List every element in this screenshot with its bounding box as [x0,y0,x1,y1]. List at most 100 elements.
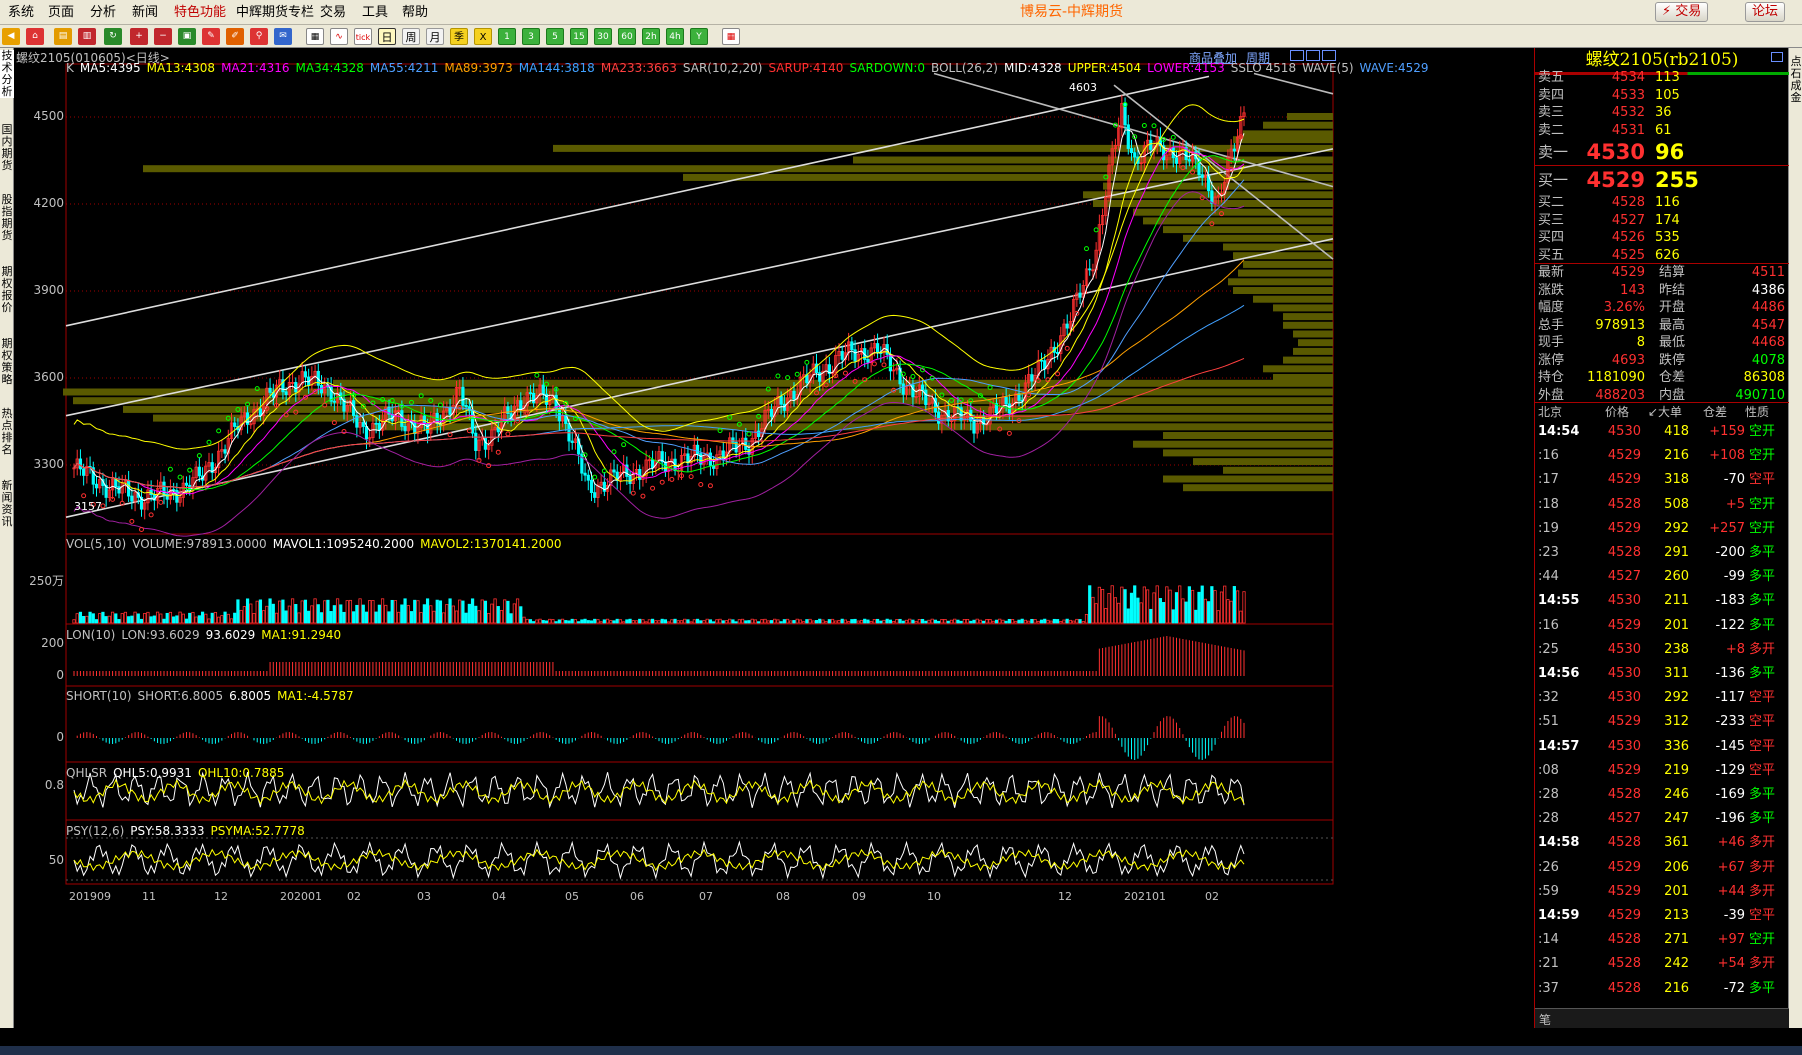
tick-row[interactable]: :18 4528 508 +5 空开 [1535,494,1789,516]
tick-row[interactable]: 14:54 4530 418 +159 空开 [1535,421,1789,443]
volume-bar [210,612,214,624]
tick-row[interactable]: :14 4528 271 +97 空开 [1535,929,1789,951]
menu-item[interactable]: 页面 [44,0,78,25]
tick-row[interactable]: :26 4529 206 +67 多开 [1535,857,1789,879]
bid-row[interactable]: 买三 4527 174 [1535,211,1789,230]
candle-body [567,423,571,442]
tick-icon[interactable]: tick [354,28,372,45]
window-icon[interactable]: ▣ [178,28,196,45]
bid1-row[interactable]: 买一 4529 255 [1535,166,1789,195]
volume-bar [1203,598,1208,624]
tick-row[interactable]: :08 4529 219 -129 空平 [1535,760,1789,782]
tick-row[interactable]: :25 4530 238 +8 多开 [1535,639,1789,661]
order-book-cell: 255 [1655,168,1699,192]
period-button[interactable]: 30 [594,28,612,45]
tick-row[interactable]: :17 4529 318 -70 空平 [1535,469,1789,491]
refresh-icon[interactable]: ↻ [104,28,122,45]
period-button[interactable]: 60 [618,28,636,45]
ask-row[interactable]: 卖三 4532 36 [1535,103,1789,122]
volume-bar [72,619,76,624]
period-button[interactable]: 月 [426,28,444,45]
volume-bar [1027,620,1031,624]
tick-row[interactable]: 14:55 4530 211 -183 多平 [1535,590,1789,612]
tick-row[interactable]: 14:59 4529 213 -39 空平 [1535,905,1789,927]
menu-item[interactable]: 新闻 [128,0,162,25]
fullscreen-chart-icon[interactable] [1322,50,1336,61]
menu-item[interactable]: 分析 [86,0,120,25]
left-tab[interactable]: 新闻资讯 [0,480,14,528]
book-icon[interactable]: ▥ [78,28,96,45]
restore-panel-icon[interactable] [1771,52,1783,62]
tick-row[interactable]: :19 4529 292 +257 空开 [1535,518,1789,540]
tick-row[interactable]: :59 4529 201 +44 多开 [1535,881,1789,903]
tick-row[interactable]: 14:57 4530 336 -145 空平 [1535,736,1789,758]
ask-row[interactable]: 卖五 4534 113 [1535,68,1789,87]
folder-icon[interactable]: ▤ [54,28,72,45]
zoom-out-chart-icon[interactable] [1290,50,1304,61]
tick-row[interactable]: 14:56 4530 311 -136 多平 [1535,663,1789,685]
calendar-icon[interactable]: ▦ [722,28,740,45]
period-button[interactable]: 季 [450,28,468,45]
order-book-cell: 4534 [1611,70,1645,85]
tick-row[interactable]: :32 4530 292 -117 空平 [1535,687,1789,709]
tick-cell: 4530 [1607,666,1641,681]
tick-cell: 508 [1664,496,1689,512]
period-button[interactable]: 15 [570,28,588,45]
trade-button[interactable]: ⚡ 交易 [1655,2,1709,22]
line-chart-icon[interactable]: ∿ [330,28,348,45]
volume-bar [1181,598,1185,624]
table-icon[interactable]: ▦ [306,28,324,45]
ask-row[interactable]: 卖四 4533 105 [1535,86,1789,105]
period-button[interactable]: 3 [522,28,540,45]
bid-row[interactable]: 买五 4525 626 [1535,246,1789,265]
left-tab[interactable]: 热点排名 [0,408,14,456]
back-icon[interactable]: ◀ [2,28,20,45]
draw-icon[interactable]: ✐ [226,28,244,45]
tick-row[interactable]: :28 4527 247 -196 多平 [1535,808,1789,830]
menu-item[interactable]: 中辉期货专栏 [232,0,318,25]
tick-row[interactable]: :51 4529 312 -233 空平 [1535,711,1789,733]
ask1-row[interactable]: 卖一 4530 96 [1535,138,1789,167]
tick-row[interactable]: :16 4529 216 +108 空开 [1535,445,1789,467]
left-tab[interactable]: 技术分析 [0,50,14,98]
zoom-in-icon[interactable]: + [130,28,148,45]
volume-bar [544,620,549,624]
chart-area[interactable]: 螺纹2105(010605)<日线> 商品叠加 周期 K MA5:4395 MA13… [14,48,1534,1028]
ticks-tab[interactable]: 笔 [1539,1011,1551,1028]
left-tab[interactable]: 国内期货 [0,124,14,172]
tick-row[interactable]: :16 4529 201 -122 多平 [1535,615,1789,637]
tick-row[interactable]: :28 4528 246 -169 多平 [1535,784,1789,806]
menu-item[interactable]: 帮助 [398,0,432,25]
tick-cell: 4530 [1607,738,1641,754]
volume-bar [413,599,417,624]
period-button[interactable]: 周 [402,28,420,45]
period-button[interactable]: 2h [642,28,660,45]
pin-icon[interactable]: ⚲ [250,28,268,45]
period-button[interactable]: 1 [498,28,516,45]
period-button[interactable]: X [474,28,492,45]
ask-row[interactable]: 卖二 4531 61 [1535,121,1789,140]
tick-row[interactable]: :37 4528 216 -72 多平 [1535,978,1789,1000]
menu-item[interactable]: 系统 [4,0,38,25]
right-tab-dianshi[interactable]: 点石成金 [1789,56,1802,104]
news-icon[interactable]: ✉ [274,28,292,45]
tick-row[interactable]: :44 4527 260 -99 多平 [1535,566,1789,588]
forum-button[interactable]: 论坛 [1745,2,1786,22]
menu-item[interactable]: 特色功能 [170,0,230,25]
zoom-in-chart-icon[interactable] [1306,50,1320,61]
period-button[interactable]: 4h [666,28,684,45]
tick-row[interactable]: :23 4528 291 -200 多平 [1535,542,1789,564]
tick-row[interactable]: 14:58 4528 361 +46 多开 [1535,832,1789,854]
period-button[interactable]: 5 [546,28,564,45]
pen-icon[interactable]: ✎ [202,28,220,45]
home-icon[interactable]: ⌂ [26,28,44,45]
menu-item[interactable]: 交易 [316,0,350,25]
volume-bar [397,611,401,624]
tick-row[interactable]: :21 4528 242 +54 多开 [1535,953,1789,975]
period-button[interactable]: Y [690,28,708,45]
bid-row[interactable]: 买二 4528 116 [1535,193,1789,212]
menu-item[interactable]: 工具 [358,0,392,25]
period-button[interactable]: 日 [378,28,396,45]
zoom-out-icon[interactable]: − [154,28,172,45]
bid-row[interactable]: 买四 4526 535 [1535,228,1789,247]
